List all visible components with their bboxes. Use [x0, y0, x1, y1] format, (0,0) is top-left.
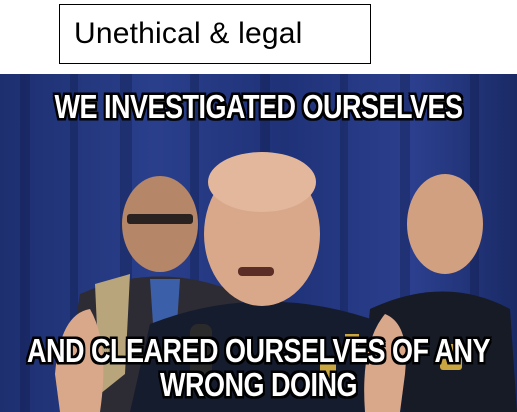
meme-top-caption: WE INVESTIGATED OURSELVES: [54, 88, 463, 126]
label-box: Unethical & legal: [59, 4, 371, 64]
label-text: Unethical & legal: [74, 17, 303, 50]
meme-bottom-caption-line2: WRONG DOING: [160, 366, 358, 404]
meme-bottom-caption-line1: AND CLEARED OURSELVES OF ANY: [26, 332, 491, 370]
meme-image: WE INVESTIGATED OURSELVES AND CLEARED OU…: [0, 74, 517, 412]
